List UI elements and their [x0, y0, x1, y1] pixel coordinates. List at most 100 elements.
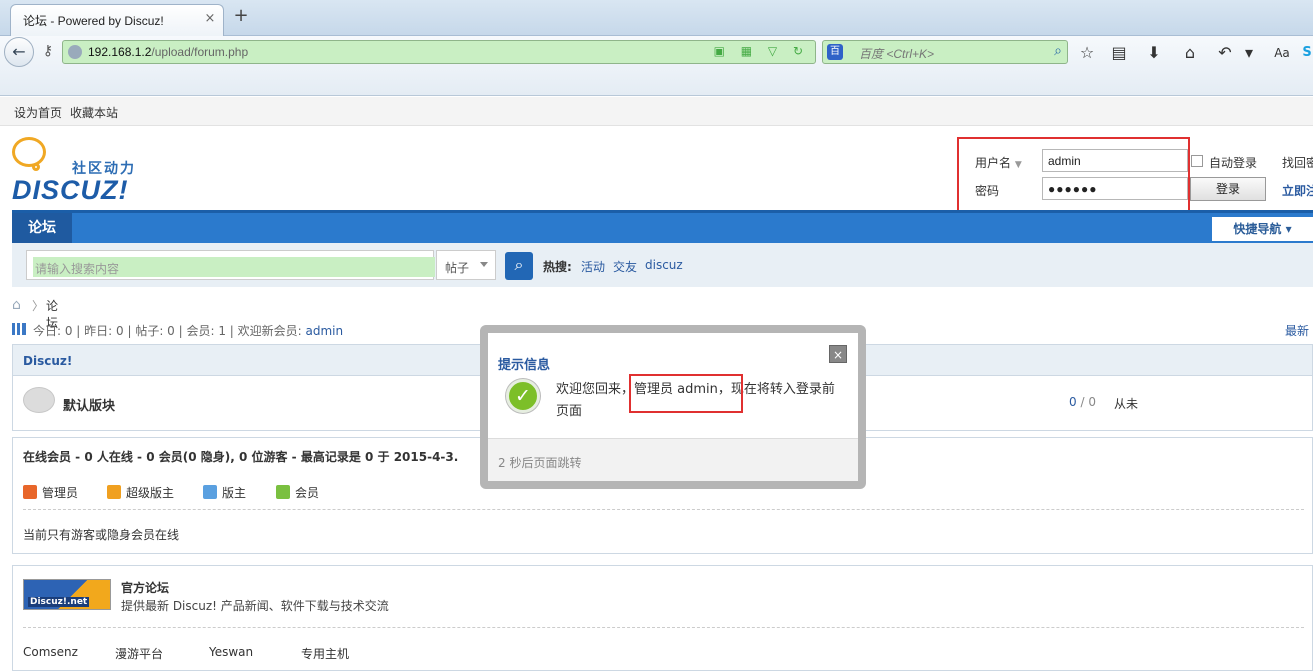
download-icon[interactable]: ⬇	[1143, 42, 1165, 64]
baidu-paw-icon[interactable]: 百	[827, 44, 843, 60]
bookmark-site-link[interactable]: 收藏本站	[70, 104, 118, 121]
forum-post-count: / 0	[1076, 395, 1096, 409]
legend-label: 版主	[222, 486, 247, 500]
search-type-select[interactable]: 帖子	[436, 250, 496, 280]
friend-link[interactable]: Comsenz	[23, 645, 78, 659]
legend-label: 管理员	[42, 486, 79, 500]
logo-bubble-icon	[12, 137, 46, 167]
legend-label: 超级版主	[126, 486, 175, 500]
address-bar[interactable]: 192.168.1.2/upload/forum.php ▣ ▦ ▽ ↻	[62, 40, 816, 64]
home-icon[interactable]: ⌂	[1179, 42, 1201, 64]
auto-login-checkbox[interactable]	[1191, 155, 1203, 167]
home-icon[interactable]: ⌂	[12, 297, 26, 313]
skype-icon[interactable]: S	[1296, 42, 1313, 64]
stats-counts: 今日: 0 | 昨日: 0 | 帖子: 0 | 会员: 1 | 欢迎新会员:	[33, 324, 306, 338]
new-member-link[interactable]: admin	[306, 324, 344, 338]
admin-user-icon	[23, 485, 37, 499]
new-tab-button[interactable]: +	[232, 6, 250, 26]
hot-search-link[interactable]: discuz	[645, 258, 683, 272]
dialog-title: 提示信息	[498, 358, 551, 373]
forum-count: 0 / 0	[1069, 395, 1096, 409]
key-icon[interactable]: ⚷	[38, 43, 58, 61]
forum-bubble-icon	[23, 387, 55, 413]
quick-nav-button[interactable]: 快捷导航 ▾	[1212, 217, 1313, 241]
moderator-icon	[203, 485, 217, 499]
success-check-icon: ✓	[506, 379, 540, 413]
divider	[23, 627, 1304, 628]
password-label: 密码	[975, 184, 1000, 198]
address-bar-icons[interactable]: ▣ ▦ ▽ ↻	[714, 44, 809, 58]
notice-dialog: 提示信息 × ✓ 欢迎您回来，管理员 admin，现在将转入登录前页面 2 秒后…	[488, 333, 858, 481]
logo-bubble-tail	[32, 163, 40, 171]
stats-chart-icon	[12, 323, 26, 335]
find-password-link[interactable]: 找回密	[1282, 154, 1313, 171]
forum-thread-count: 0	[1069, 395, 1077, 409]
password-input[interactable]: ●●●●●●	[1042, 177, 1188, 200]
logo-wordmark: DISCUZ!	[12, 175, 129, 205]
tab-close-icon[interactable]: ×	[203, 12, 217, 26]
browser-tab-bar: 论坛 - Powered by Discuz! × +	[0, 0, 1313, 36]
set-homepage-link[interactable]: 设为首页	[14, 104, 62, 121]
member-icon	[276, 485, 290, 499]
online-note: 当前只有游客或隐身会员在线	[23, 528, 180, 542]
notice-dialog-frame: 提示信息 × ✓ 欢迎您回来，管理员 admin，现在将转入登录前页面 2 秒后…	[480, 325, 866, 489]
page-top-bar: 设为首页 收藏本站	[0, 97, 1313, 126]
globe-icon	[68, 45, 82, 59]
search-icon: ⌕	[514, 255, 524, 274]
search-area: 请输入搜索内容 帖子 ⌕ 热搜: 活动 交友 discuz	[12, 243, 1313, 287]
hot-search-link[interactable]: 活动	[581, 258, 605, 275]
login-button[interactable]: 登录	[1190, 177, 1266, 201]
search-input-placeholder: 请输入搜索内容	[33, 257, 435, 277]
hot-search-link[interactable]: 交友	[613, 258, 637, 275]
search-type-value: 帖子	[445, 261, 470, 275]
main-nav: 论坛 快捷导航 ▾	[12, 210, 1313, 243]
star-icon[interactable]: ☆	[1076, 42, 1098, 64]
search-button[interactable]: ⌕	[505, 252, 533, 280]
official-forum-desc: 提供最新 Discuz! 产品新闻、软件下载与技术交流	[121, 599, 389, 613]
auto-login-label: 自动登录	[1209, 156, 1258, 170]
username-dropdown-icon: ▼	[1014, 160, 1022, 170]
close-icon[interactable]: ×	[829, 345, 847, 363]
stats-text: 今日: 0 | 昨日: 0 | 帖子: 0 | 会员: 1 | 欢迎新会员: a…	[33, 322, 343, 339]
username-label[interactable]: 用户名 ▼	[975, 154, 1022, 171]
url-host: 192.168.1.2	[88, 45, 152, 59]
register-link[interactable]: 立即注	[1282, 182, 1313, 199]
browser-tab[interactable]: 论坛 - Powered by Discuz! ×	[10, 4, 224, 36]
reader-icon[interactable]: Aa	[1271, 42, 1293, 64]
discuz-net-logo[interactable]: Discuz!.net	[23, 579, 111, 610]
divider	[23, 509, 1304, 510]
tab-title: 论坛 - Powered by Discuz!	[23, 14, 164, 28]
browser-search-box[interactable]: 百 百度 <Ctrl+K> ⌕	[822, 40, 1068, 64]
browser-search-placeholder: 百度 <Ctrl+K>	[859, 47, 935, 61]
site-logo[interactable]: 社区动力 DISCUZ!	[12, 137, 142, 205]
menu-icon[interactable]: ▾	[1238, 42, 1260, 64]
username-label-text: 用户名	[975, 156, 1012, 170]
friend-link[interactable]: 漫游平台	[115, 645, 163, 662]
super-moderator-icon	[107, 485, 121, 499]
friend-link[interactable]: Yeswan	[209, 645, 253, 659]
dialog-footer[interactable]: 2 秒后页面跳转	[488, 438, 858, 481]
back-button[interactable]: ←	[4, 37, 34, 67]
bookmarks-icon[interactable]: ▤	[1108, 42, 1130, 64]
browser-nav-bar: ← ⚷ 192.168.1.2/upload/forum.php ▣ ▦ ▽ ↻…	[0, 36, 1313, 96]
discuz-net-logo-text: Discuz!.net	[28, 597, 90, 607]
nav-item-forum[interactable]: 论坛	[12, 213, 72, 243]
online-title[interactable]: 在线会员 - 0 人在线 - 0 会员(0 隐身), 0 位游客 - 最高记录是…	[23, 448, 458, 465]
search-input[interactable]: 请输入搜索内容	[26, 250, 435, 280]
legend-label: 会员	[295, 486, 320, 500]
url-text: 192.168.1.2/upload/forum.php	[88, 45, 248, 59]
breadcrumb-separator: 〉	[32, 299, 45, 313]
friend-links-panel: Discuz!.net 官方论坛 提供最新 Discuz! 产品新闻、软件下载与…	[12, 565, 1313, 671]
admin-highlight-box	[629, 374, 743, 413]
url-path: /upload/forum.php	[151, 45, 249, 59]
forum-last-post: 从未	[1114, 397, 1139, 411]
hot-search-label: 热搜:	[543, 260, 572, 274]
username-input[interactable]: admin	[1042, 149, 1188, 172]
forum-name[interactable]: 默认版块	[63, 395, 115, 414]
friend-link[interactable]: 专用主机	[301, 645, 349, 662]
newest-link[interactable]: 最新	[1285, 322, 1309, 339]
search-go-icon[interactable]: ⌕	[1054, 43, 1062, 59]
chevron-down-icon	[480, 262, 488, 267]
official-forum-link[interactable]: 官方论坛	[121, 579, 169, 596]
back-arrow-icon[interactable]: ↶	[1214, 42, 1236, 64]
